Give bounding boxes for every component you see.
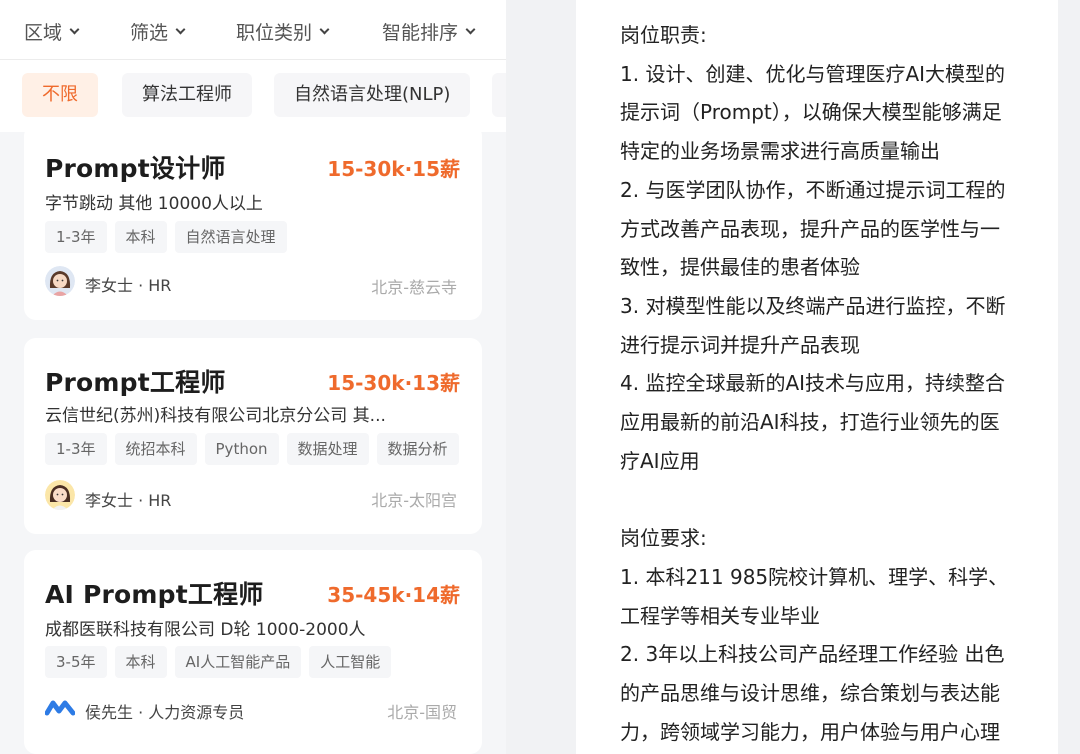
job-tag: 3-5年 xyxy=(45,646,107,678)
description-line: 2. 与医学团队协作，不断通过提示词工程的 xyxy=(620,177,1006,202)
description-line: 3. 对模型性能以及终端产品进行监控，不断 xyxy=(620,293,1006,318)
job-title: Prompt设计师 xyxy=(45,154,226,183)
job-salary: 35-45k·14薪 xyxy=(327,583,460,607)
job-tag: AI人工智能产品 xyxy=(174,646,302,678)
job-title: AI Prompt工程师 xyxy=(45,580,264,609)
description-line: 2. 3年以上科技公司产品经理工作经验 出色 xyxy=(620,642,1005,667)
filter-region[interactable]: 区域 xyxy=(24,18,80,45)
job-tag: Python xyxy=(204,433,279,465)
filter-job-category[interactable]: 职位类别 xyxy=(236,18,330,45)
job-tag: 自然语言处理 xyxy=(174,221,287,253)
job-description-panel: 岗位职责: 1. 设计、创建、优化与管理医疗AI大模型的 提示词（Prompt）… xyxy=(576,0,1058,754)
job-card[interactable]: AI Prompt工程师 35-45k·14薪 成都医联科技有限公司 D轮 10… xyxy=(24,550,482,754)
chip-more[interactable] xyxy=(492,73,506,117)
category-chip-bar: 不限 算法工程师 自然语言处理(NLP) xyxy=(0,60,506,132)
filter-label: 区域 xyxy=(24,22,63,44)
job-tag: 人工智能 xyxy=(309,646,392,678)
description-line: 进行提示词并提升产品表现 xyxy=(620,332,860,357)
woman-avatar-icon xyxy=(45,266,75,296)
chip-all[interactable]: 不限 xyxy=(22,73,98,117)
chevron-down-icon xyxy=(465,24,476,34)
description-line: 4. 监控全球最新的AI技术与应用，持续整合 xyxy=(620,371,1006,396)
woman-avatar-icon xyxy=(45,480,75,510)
job-salary: 15-30k·15薪 xyxy=(327,157,460,181)
job-card[interactable]: Prompt工程师 15-30k·13薪 云信世纪(苏州)科技有限公司北京分公司… xyxy=(24,338,482,534)
description-line: 岗位要求: xyxy=(620,526,707,551)
company-logo-icon xyxy=(45,693,75,723)
job-tag: 数据处理 xyxy=(286,433,369,465)
job-title: Prompt工程师 xyxy=(45,368,226,397)
description-line: 力，跨领域学习能力，用户体验与用户心理 xyxy=(620,719,1000,744)
job-tag: 本科 xyxy=(114,646,167,678)
job-tags: 1-3年 统招本科 Python 数据处理 数据分析 xyxy=(45,433,459,465)
job-tag: 数据分析 xyxy=(376,433,459,465)
description-line: 1. 设计、创建、优化与管理医疗AI大模型的 xyxy=(620,61,1006,86)
description-line: 工程学等相关专业毕业 xyxy=(620,603,820,628)
chevron-down-icon xyxy=(69,24,80,34)
recruiter-name: 侯先生 · 人力资源专员 xyxy=(85,703,245,722)
job-tags: 1-3年 本科 自然语言处理 xyxy=(45,221,287,253)
job-location: 北京-太阳宫 xyxy=(371,491,457,510)
description-line: 的产品思维与设计思维，综合策划与表达能 xyxy=(620,680,1000,705)
chevron-down-icon xyxy=(175,24,186,34)
description-line: 特定的业务场景需求进行高质量输出 xyxy=(620,139,940,164)
job-list-panel: 区域 筛选 职位类别 智能排序 不限 算法工程师 自然语言处理(NLP) Pro… xyxy=(0,0,506,754)
recruiter-name: 李女士 · HR xyxy=(85,276,172,295)
description-line: 应用最新的前沿AI科技，打造行业领先的医 xyxy=(620,410,1000,435)
recruiter-name: 李女士 · HR xyxy=(85,491,172,510)
filter-screen[interactable]: 筛选 xyxy=(130,18,186,45)
filter-label: 职位类别 xyxy=(236,22,313,44)
description-line: 1. 本科211 985院校计算机、理学、科学、 xyxy=(620,564,1009,589)
filter-label: 智能排序 xyxy=(382,22,459,44)
job-tag: 本科 xyxy=(114,221,167,253)
job-tag: 1-3年 xyxy=(45,433,107,465)
company-info: 字节跳动 其他 10000人以上 xyxy=(45,194,263,214)
description-line: 方式改善产品表现，提升产品的医学性与一 xyxy=(620,216,1000,241)
job-location: 北京-慈云寺 xyxy=(371,278,457,297)
job-description: 岗位职责: 1. 设计、创建、优化与管理医疗AI大模型的 提示词（Prompt）… xyxy=(620,16,1040,751)
job-tags: 3-5年 本科 AI人工智能产品 人工智能 xyxy=(45,646,392,678)
filter-bar: 区域 筛选 职位类别 智能排序 xyxy=(0,0,506,60)
description-line: 疗AI应用 xyxy=(620,448,700,473)
description-spacer xyxy=(620,480,1040,519)
company-info: 成都医联科技有限公司 D轮 1000-2000人 xyxy=(45,620,366,640)
chevron-down-icon xyxy=(319,24,330,34)
chip-nlp[interactable]: 自然语言处理(NLP) xyxy=(274,73,471,117)
filter-label: 筛选 xyxy=(130,22,169,44)
job-salary: 15-30k·13薪 xyxy=(327,371,460,395)
description-line: 岗位职责: xyxy=(620,23,707,47)
company-info: 云信世纪(苏州)科技有限公司北京分公司 其... xyxy=(45,406,386,426)
chip-algorithm-engineer[interactable]: 算法工程师 xyxy=(122,73,252,117)
filter-smart-sort[interactable]: 智能排序 xyxy=(382,18,476,45)
job-card[interactable]: Prompt设计师 15-30k·15薪 字节跳动 其他 10000人以上 1-… xyxy=(24,124,482,320)
description-line: 提示词（Prompt），以确保大模型能够满足 xyxy=(620,100,1002,125)
job-tag: 1-3年 xyxy=(45,221,107,253)
job-tag: 统招本科 xyxy=(114,433,197,465)
job-location: 北京-国贸 xyxy=(387,703,457,722)
description-line: 致性，提供最佳的患者体验 xyxy=(620,255,860,280)
